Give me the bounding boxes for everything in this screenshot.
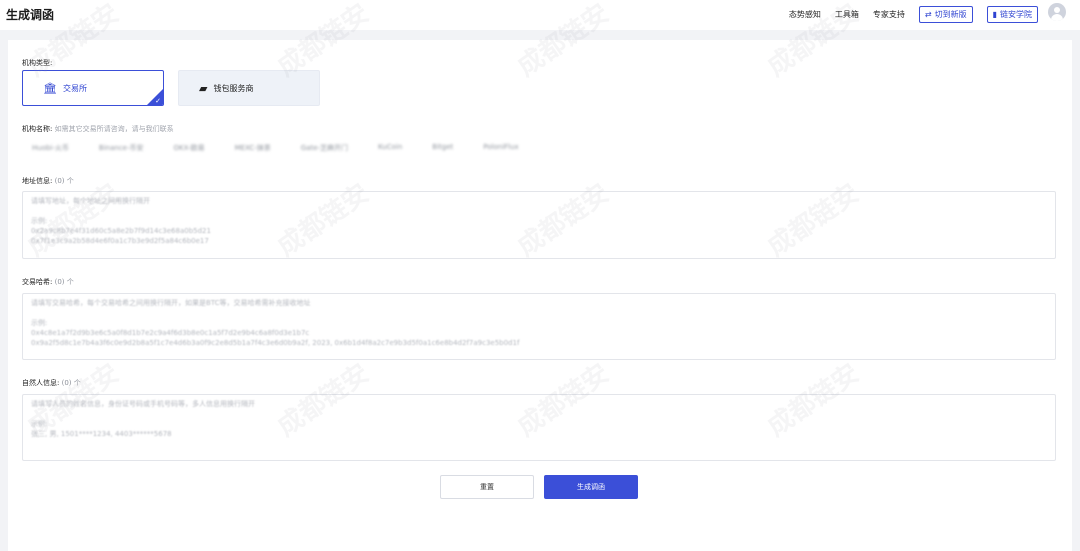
exchange-option[interactable]: KuCoin (378, 143, 402, 153)
top-nav: 态势感知 工具箱 专家支持 ⇄ 切到新版 ▮ 链安学院 (789, 5, 1038, 23)
type-label: 机构类型: (22, 59, 53, 67)
type-option-wallet[interactable]: ▰ 钱包服务商 (178, 70, 320, 106)
tx-example-label: 示例: (31, 319, 48, 327)
switch-version-button[interactable]: ⇄ 切到新版 (918, 5, 973, 23)
name-label: 机构名称: (22, 125, 53, 133)
form-panel: 机构类型: 🏛 交易所 ✓ ▰ 钱包服务商 机构名称: 如需其它交易所请咨询，请… (8, 40, 1072, 551)
tx-example-line: 0x9a2f5d8c1e7b4a3f6c0e9d2b8a5f1c7e4d6b3a… (31, 339, 520, 347)
address-count: (0) 个 (54, 177, 74, 185)
type-option-wallet-label: 钱包服务商 (213, 83, 254, 93)
nav-expert-support[interactable]: 专家支持 (873, 9, 905, 20)
address-textarea[interactable]: 请填写地址，每个地址之间用换行隔开 示例: 0x2a9c8b7e4f31d60c… (22, 191, 1056, 259)
type-option-exchange-label: 交易所 (62, 83, 87, 93)
type-option-exchange[interactable]: 🏛 交易所 ✓ (22, 70, 164, 106)
exchange-option[interactable]: Binance-币安 (99, 143, 144, 153)
nav-toolbox[interactable]: 工具箱 (835, 9, 859, 20)
tx-textarea[interactable]: 请填写交易哈希，每个交易哈希之间用换行隔开，如果是BTC等，交易哈希需补充接收地… (22, 293, 1056, 360)
bank-icon: 🏛 (43, 81, 57, 95)
address-label-row: 地址信息: (0) 个 (22, 176, 74, 186)
exchange-list: Huobi-火币 Binance-币安 OKX-欧易 MEXC-抹茶 Gate-… (32, 143, 519, 153)
tx-placeholder: 请填写交易哈希，每个交易哈希之间用换行隔开，如果是BTC等，交易哈希需补充接收地… (31, 299, 311, 307)
generate-button[interactable]: 生成调函 (544, 475, 638, 499)
address-placeholder: 请填写地址，每个地址之间用换行隔开 (31, 197, 150, 205)
name-label-row: 机构名称: 如需其它交易所请咨询，请与我们联系 (22, 124, 174, 134)
address-example-line: 0x7f1e3c9a2b58d4e6f0a1c7b3e9d2f5a84c6b0e… (31, 237, 209, 245)
reset-button[interactable]: 重置 (440, 475, 534, 499)
person-textarea[interactable]: 请填写人员的姓名信息，身份证号码或手机号码等，多人信息用换行隔开 示例: 张三,… (22, 394, 1056, 461)
person-label-row: 自然人信息: (0) 个 (22, 378, 81, 388)
nav-situation-awareness[interactable]: 态势感知 (789, 9, 821, 20)
name-hint: 如需其它交易所请咨询，请与我们联系 (54, 125, 174, 133)
address-example-line: 0x2a9c8b7e4f31d60c5a8e2b7f9d14c3e68a0b5d… (31, 227, 211, 235)
person-example-label: 示例: (31, 420, 48, 428)
user-icon-body (1051, 14, 1063, 21)
academy-label: 链安学院 (1000, 9, 1032, 19)
avatar[interactable] (1048, 3, 1066, 21)
user-icon (1054, 7, 1060, 13)
tx-example-line: 0x4c8e1a7f2d9b3e6c5a0f8d1b7e2c9a4f6d3b8e… (31, 329, 310, 337)
person-placeholder: 请填写人员的姓名信息，身份证号码或手机号码等，多人信息用换行隔开 (31, 400, 255, 408)
exchange-option[interactable]: MEXC-抹茶 (235, 143, 271, 153)
exchange-option[interactable]: Huobi-火币 (32, 143, 69, 153)
person-count: (0) 个 (61, 379, 81, 387)
exchange-option[interactable]: PoloniFlux (483, 143, 518, 153)
academy-button[interactable]: ▮ 链安学院 (986, 5, 1038, 23)
top-bar: 生成调函 态势感知 工具箱 专家支持 ⇄ 切到新版 ▮ 链安学院 (0, 0, 1080, 30)
address-label: 地址信息: (22, 177, 53, 185)
switch-version-label: 切到新版 (934, 9, 967, 19)
person-label: 自然人信息: (22, 379, 60, 387)
check-icon: ✓ (155, 97, 161, 105)
exchange-option[interactable]: OKX-欧易 (174, 143, 205, 153)
tx-label: 交易哈希: (22, 278, 53, 286)
address-example-label: 示例: (31, 217, 48, 225)
wallet-icon: ▰ (199, 81, 208, 95)
exchange-option[interactable]: Gate-芝麻开门 (301, 143, 348, 153)
person-example-line: 张三, 男, 1501****1234, 4403******5678 (31, 430, 172, 438)
page-title: 生成调函 (6, 8, 55, 22)
book-icon: ▮ (992, 9, 997, 19)
exchange-option[interactable]: Bitget (432, 143, 453, 153)
tx-count: (0) 个 (54, 278, 74, 286)
switch-icon: ⇄ (924, 9, 932, 19)
tx-label-row: 交易哈希: (0) 个 (22, 277, 74, 287)
